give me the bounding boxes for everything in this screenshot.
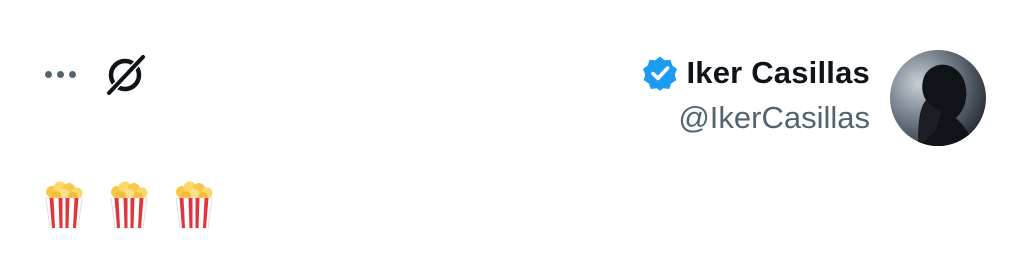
- more-dot-icon: [68, 70, 76, 78]
- verified-badge-icon: [643, 56, 678, 91]
- author-name-row[interactable]: Iker Casillas: [642, 52, 870, 94]
- avatar-photo-icon: [890, 50, 986, 146]
- popcorn-icon: [110, 181, 148, 229]
- author-display-name[interactable]: Iker Casillas: [686, 55, 870, 91]
- more-options-button[interactable]: [38, 60, 82, 88]
- author-avatar[interactable]: [890, 50, 986, 146]
- popcorn-icon: [45, 181, 83, 229]
- author-handle[interactable]: @IkerCasillas: [642, 100, 870, 136]
- tweet-card: Iker Casillas @IkerCasillas: [0, 0, 1024, 268]
- popcorn-icon: [175, 181, 213, 229]
- tweet-author: Iker Casillas @IkerCasillas: [642, 52, 870, 136]
- grok-button[interactable]: [100, 50, 150, 98]
- more-dot-icon: [44, 70, 52, 78]
- grok-icon: [104, 52, 148, 98]
- tweet-text: [42, 180, 216, 230]
- more-dot-icon: [56, 70, 64, 78]
